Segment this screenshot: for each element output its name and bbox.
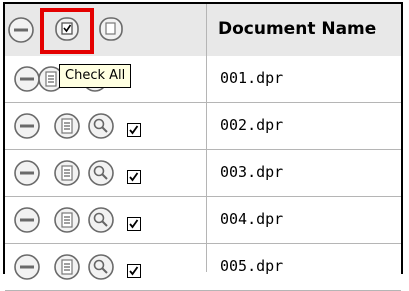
document-name-cell[interactable]: 005.dpr: [220, 257, 283, 275]
document-name-cell[interactable]: 003.dpr: [220, 163, 283, 181]
column-divider: [206, 4, 207, 272]
table-row: 002.dpr: [5, 103, 401, 150]
document-name-cell[interactable]: 002.dpr: [220, 116, 283, 134]
search-icon[interactable]: [87, 206, 115, 234]
row-checkbox[interactable]: [127, 264, 141, 278]
document-table: Document Name 001.dpr 002.dpr 003.dpr 00…: [3, 2, 403, 291]
properties-icon[interactable]: [53, 159, 81, 187]
table-row: 005.dpr: [5, 244, 401, 291]
document-icon[interactable]: [97, 15, 125, 43]
minus-icon[interactable]: [13, 112, 41, 140]
check-all-tooltip: Check All: [59, 64, 132, 88]
row-checkbox[interactable]: [127, 217, 141, 231]
document-name-cell[interactable]: 001.dpr: [220, 69, 283, 87]
table-row: 004.dpr: [5, 197, 401, 244]
row-checkbox[interactable]: [127, 170, 141, 184]
search-icon[interactable]: [87, 159, 115, 187]
row-checkbox[interactable]: [127, 123, 141, 137]
column-header-document-name[interactable]: Document Name: [218, 19, 376, 39]
document-name-cell[interactable]: 004.dpr: [220, 210, 283, 228]
collapse-all-icon[interactable]: [7, 16, 35, 44]
minus-icon[interactable]: [13, 159, 41, 187]
search-icon[interactable]: [87, 112, 115, 140]
search-icon[interactable]: [87, 253, 115, 281]
properties-icon[interactable]: [53, 253, 81, 281]
minus-icon[interactable]: [13, 253, 41, 281]
properties-icon[interactable]: [53, 206, 81, 234]
check-all-highlight: [40, 8, 94, 54]
properties-icon[interactable]: [53, 112, 81, 140]
table-row: 003.dpr: [5, 150, 401, 197]
minus-icon[interactable]: [13, 206, 41, 234]
